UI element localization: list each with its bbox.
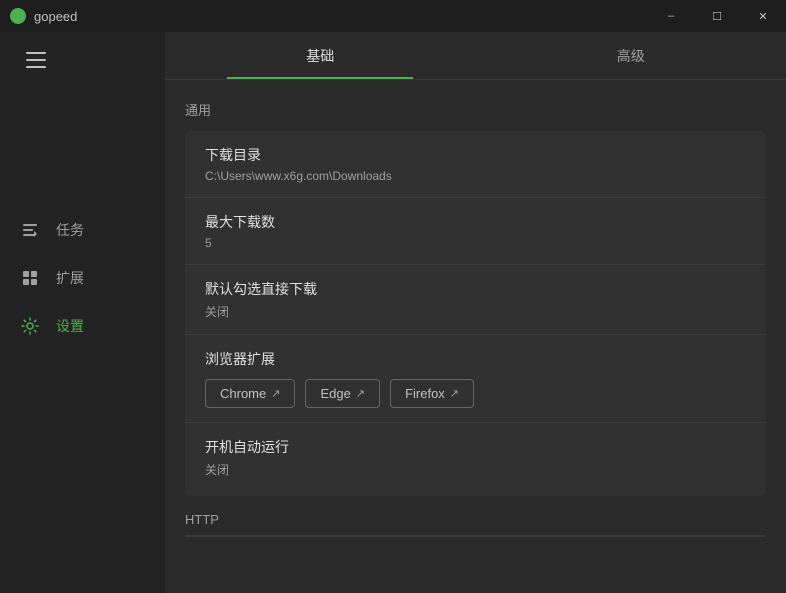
download-dir-value: C:\Users\www.x6g.com\Downloads xyxy=(205,169,746,183)
general-section-title: 通用 xyxy=(185,100,766,119)
download-dir-label: 下载目录 xyxy=(205,145,746,165)
main-layout: 任务 扩展 xyxy=(0,32,786,593)
browser-ext-label: 浏览器扩展 xyxy=(205,349,746,369)
window-controls: – ☐ ✕ xyxy=(648,0,786,32)
tab-basic[interactable]: 基础 xyxy=(165,32,476,79)
app-logo xyxy=(10,8,26,24)
sidebar-tasks-label: 任务 xyxy=(56,220,84,240)
max-downloads-label: 最大下载数 xyxy=(205,212,746,232)
sidebar-item-settings[interactable]: 设置 xyxy=(0,304,165,348)
chrome-button[interactable]: Chrome ↗ xyxy=(205,379,295,408)
http-divider xyxy=(185,535,766,537)
hamburger-line-1 xyxy=(26,52,46,54)
settings-icon xyxy=(20,316,40,336)
browser-buttons: Chrome ↗ Edge ↗ Firefox ↗ xyxy=(205,379,746,408)
http-section: HTTP xyxy=(185,512,766,537)
sidebar-item-extensions[interactable]: 扩展 xyxy=(0,256,165,300)
app-title: gopeed xyxy=(34,9,77,24)
minimize-button[interactable]: – xyxy=(648,0,694,32)
browser-ext-item: 浏览器扩展 Chrome ↗ Edge ↗ Firefox ↗ xyxy=(185,335,766,423)
max-downloads-value: 5 xyxy=(205,236,746,250)
hamburger-line-3 xyxy=(26,66,46,68)
tasks-icon xyxy=(20,220,40,240)
sidebar-items: 任务 扩展 xyxy=(0,208,165,348)
edge-external-icon: ↗ xyxy=(356,387,365,400)
content-area: 基础 高级 通用 下载目录 C:\Users\www.x6g.com\Downl… xyxy=(165,32,786,593)
default-direct-label: 默认勾选直接下载 xyxy=(205,279,746,299)
firefox-label: Firefox xyxy=(405,386,445,401)
download-dir-item[interactable]: 下载目录 C:\Users\www.x6g.com\Downloads xyxy=(185,131,766,198)
http-section-title: HTTP xyxy=(185,512,766,527)
title-bar-left: gopeed xyxy=(10,8,77,24)
firefox-external-icon: ↗ xyxy=(450,387,459,400)
startup-item[interactable]: 开机自动运行 关闭 xyxy=(185,423,766,492)
startup-label: 开机自动运行 xyxy=(205,437,746,457)
chrome-external-icon: ↗ xyxy=(271,387,280,400)
chrome-label: Chrome xyxy=(220,386,266,401)
maximize-button[interactable]: ☐ xyxy=(694,0,740,32)
settings-content: 通用 下载目录 C:\Users\www.x6g.com\Downloads 最… xyxy=(165,80,786,593)
settings-card: 下载目录 C:\Users\www.x6g.com\Downloads 最大下载… xyxy=(185,131,766,496)
tab-advanced[interactable]: 高级 xyxy=(476,32,786,79)
max-downloads-item[interactable]: 最大下载数 5 xyxy=(185,198,766,265)
firefox-button[interactable]: Firefox ↗ xyxy=(390,379,474,408)
edge-button[interactable]: Edge ↗ xyxy=(305,379,380,408)
startup-value: 关闭 xyxy=(205,461,746,478)
sidebar-settings-label: 设置 xyxy=(56,316,84,336)
hamburger-line-2 xyxy=(26,59,46,61)
default-direct-item[interactable]: 默认勾选直接下载 关闭 xyxy=(185,265,766,335)
sidebar-extensions-label: 扩展 xyxy=(56,268,84,288)
top-tabs: 基础 高级 xyxy=(165,32,786,80)
default-direct-value: 关闭 xyxy=(205,303,746,320)
edge-label: Edge xyxy=(320,386,350,401)
title-bar: gopeed – ☐ ✕ xyxy=(0,0,786,32)
sidebar-item-tasks[interactable]: 任务 xyxy=(0,208,165,252)
extensions-icon xyxy=(20,268,40,288)
hamburger-menu[interactable] xyxy=(16,42,56,78)
close-button[interactable]: ✕ xyxy=(740,0,786,32)
sidebar: 任务 扩展 xyxy=(0,32,165,593)
